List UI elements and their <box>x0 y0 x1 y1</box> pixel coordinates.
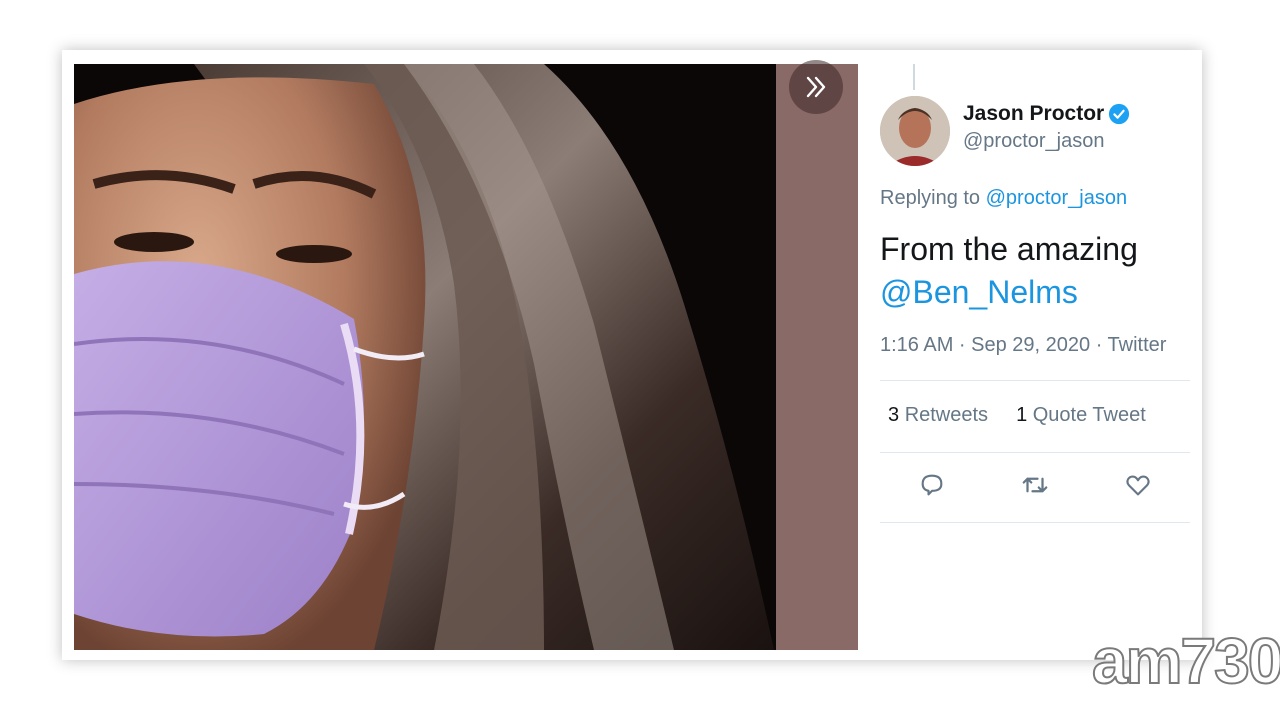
retweets-stat[interactable]: 3 Retweets <box>888 404 988 427</box>
tweet-text-plain: From the amazing <box>880 231 1138 267</box>
verified-badge-icon <box>1109 103 1130 125</box>
author-name-row[interactable]: Jason Proctor <box>963 102 1130 126</box>
reply-icon <box>921 474 943 496</box>
reply-button[interactable] <box>916 469 948 501</box>
double-chevron-right-icon <box>806 76 826 98</box>
tweet-text: From the amazing @Ben_Nelms <box>880 228 1200 314</box>
photo-illustration <box>74 64 858 650</box>
replying-to-prefix: Replying to <box>880 187 981 209</box>
tweet-timestamp[interactable]: 1:16 AM · Sep 29, 2020 · Twitter <box>880 334 1166 357</box>
tweet-detail-panel: Jason Proctor @proctor_jason Replying to… <box>858 64 1202 650</box>
expand-panel-button[interactable] <box>789 60 843 114</box>
replying-to-handle-link[interactable]: @proctor_jason <box>986 187 1127 209</box>
retweets-label: Retweets <box>904 404 989 426</box>
retweets-count: 3 <box>888 404 900 426</box>
divider <box>880 522 1190 523</box>
divider <box>880 452 1190 453</box>
thread-connector-line <box>913 64 915 90</box>
quotes-stat[interactable]: 1 Quote Tweet <box>1016 404 1146 427</box>
watermark-logo: am730 <box>1091 624 1280 698</box>
author-display-name[interactable]: Jason Proctor <box>963 102 1104 126</box>
replying-to: Replying to @proctor_jason <box>880 187 1127 210</box>
retweet-button[interactable] <box>1019 469 1051 501</box>
avatar[interactable] <box>880 96 950 166</box>
tweet-mention-link[interactable]: @Ben_Nelms <box>880 274 1078 310</box>
avatar-image <box>880 96 950 166</box>
tweet-photo[interactable] <box>74 64 858 650</box>
quotes-label: Quote Tweet <box>1032 404 1146 426</box>
tweet-stats: 3 Retweets 1 Quote Tweet <box>888 404 1146 427</box>
retweet-icon <box>1022 477 1048 493</box>
divider <box>880 380 1190 381</box>
quotes-count: 1 <box>1016 404 1028 426</box>
tweet-actions <box>880 469 1190 501</box>
author-handle[interactable]: @proctor_jason <box>963 130 1104 153</box>
heart-icon <box>1126 475 1150 496</box>
like-button[interactable] <box>1122 469 1154 501</box>
